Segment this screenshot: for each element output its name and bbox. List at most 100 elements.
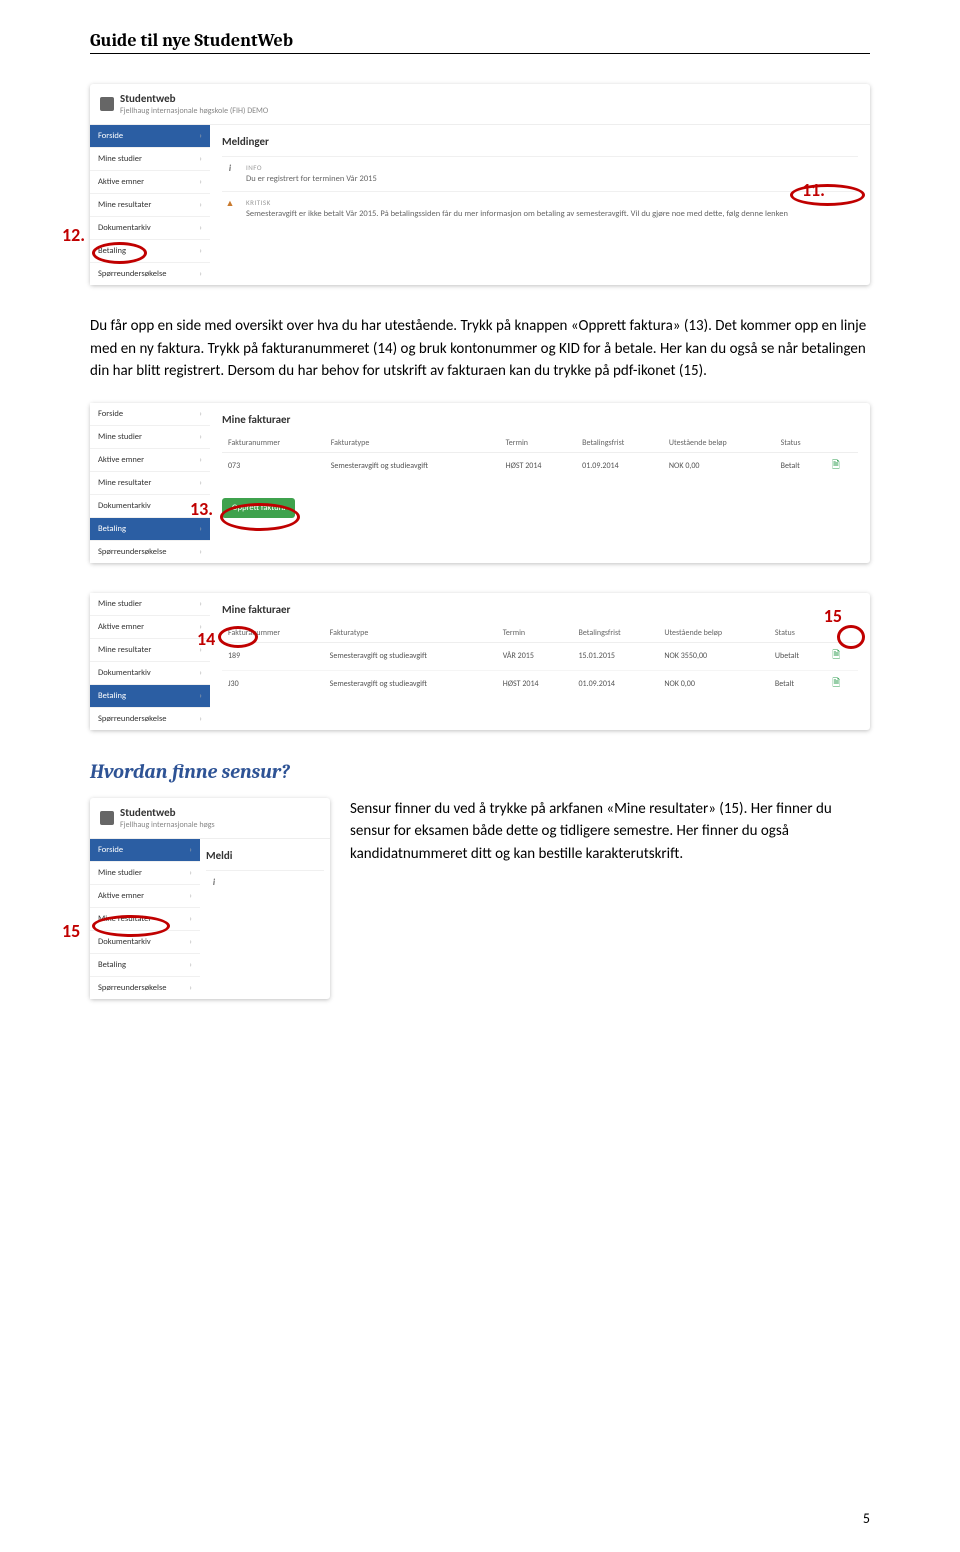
sidebar-item-mine-resultater[interactable]: Mine resultater ›	[90, 471, 210, 494]
sidebar-item-mine-studier[interactable]: Mine studier ›	[90, 147, 210, 170]
annotation-circle-13	[220, 503, 300, 531]
cell-frist: 01.09.2014	[576, 452, 663, 480]
document-header: Guide til nye StudentWeb	[90, 30, 870, 54]
pdf-icon[interactable]: 🗎	[832, 676, 840, 689]
sidebar-item-mine-resultater[interactable]: Mine resultater›	[90, 638, 210, 661]
sidebar-item-label: Mine resultater	[98, 478, 151, 488]
annotation-12: 12.	[62, 224, 85, 246]
pdf-icon[interactable]: 🗎	[832, 458, 840, 471]
cell-frist: 15.01.2015	[573, 642, 659, 670]
sidebar-item-label: Mine studier	[98, 154, 142, 164]
main-fakturaer: Mine fakturaer Fakturanummer Fakturatype…	[210, 403, 870, 563]
sidebar-item-sporre[interactable]: Spørreundersøkelse›	[90, 262, 210, 285]
annotation-15b: 15	[62, 920, 80, 942]
kritisk-label: KRITISK	[246, 198, 788, 207]
screenshot-sensur: Studentweb Fjellhaug internasjonale høgs…	[90, 798, 330, 999]
chevron-right-icon: ›	[199, 599, 202, 609]
sidebar-item-label: Forside	[98, 131, 123, 141]
col-belop: Utestående beløp	[663, 434, 775, 453]
screenshot-fakturaer-2: Mine studier› Aktive emner› Mine resulta…	[90, 593, 870, 730]
cell-termin: HØST 2014	[500, 452, 577, 480]
chevron-right-icon: ›	[199, 478, 202, 488]
sidebar-item-mine-resultater[interactable]: Mine resultater›	[90, 193, 210, 216]
annotation-circle-15	[837, 625, 865, 649]
sidebar-item-label: Aktive emner	[98, 891, 144, 901]
sidebar-item-label: Dokumentarkiv	[98, 668, 151, 678]
chevron-right-icon: ›	[199, 200, 202, 210]
paragraph-sensur: Sensur finner du ved å trykke på arkfane…	[350, 798, 870, 866]
screenshot-fakturaer-1: Forside› Mine studier› Aktive emner› Min…	[90, 403, 870, 563]
chevron-right-icon: ›	[189, 868, 192, 878]
sidebar-item-dokumentarkiv[interactable]: Dokumentarkiv›	[90, 661, 210, 684]
brand-name: Studentweb	[120, 92, 176, 105]
cell-belop: NOK 3550,00	[658, 642, 769, 670]
cell-termin: HØST 2014	[497, 670, 573, 698]
chevron-right-icon: ›	[189, 960, 192, 970]
sidebar-item-label: Betaling	[98, 524, 126, 534]
annotation-circle-15b	[92, 915, 170, 937]
kritisk-text: Semesteravgift er ikke betalt Vår 2015. …	[246, 209, 788, 220]
cell-nr[interactable]: J30	[222, 670, 324, 698]
table-row: J30 Semesteravgift og studieavgift HØST …	[222, 670, 858, 698]
sidebar-item-label: Dokumentarkiv	[98, 501, 151, 511]
section-heading-sensur: Hvordan finne sensur?	[90, 760, 870, 783]
sidebar-item-forside[interactable]: Forside›	[90, 125, 210, 147]
brand-bar: Studentweb Fjellhaug internasjonale høgs…	[90, 84, 870, 125]
main-meldi: Meldi i	[200, 839, 330, 999]
sidebar-item-aktive-emner[interactable]: Aktive emner›	[90, 170, 210, 193]
cell-nr[interactable]: 073	[222, 452, 325, 480]
table-header-row: Fakturanummer Fakturatype Termin Betalin…	[222, 624, 858, 643]
chevron-right-icon: ›	[189, 937, 192, 947]
chevron-right-icon: ›	[199, 154, 202, 164]
cell-frist: 01.09.2014	[573, 670, 659, 698]
sidebar-item-label: Dokumentarkiv	[98, 223, 151, 233]
fakturaer-heading: Mine fakturaer	[222, 413, 858, 426]
sidebar-item-aktive-emner[interactable]: Aktive emner›	[90, 448, 210, 471]
col-type: Fakturatype	[324, 624, 497, 643]
chevron-right-icon: ›	[199, 409, 202, 419]
col-frist: Betalingsfrist	[576, 434, 663, 453]
sidebar-item-betaling[interactable]: Betaling ›	[90, 517, 210, 540]
col-status: Status	[769, 624, 826, 643]
page-number: 5	[863, 1510, 870, 1527]
sidebar-item-aktive-emner[interactable]: Aktive emner›	[90, 884, 200, 907]
chevron-right-icon: ›	[199, 524, 202, 534]
sidebar: Mine studier› Aktive emner› Mine resulta…	[90, 593, 210, 730]
fakturaer-table: Fakturanummer Fakturatype Termin Betalin…	[222, 624, 858, 698]
col-status: Status	[775, 434, 826, 453]
table-header-row: Fakturanummer Fakturatype Termin Betalin…	[222, 434, 858, 453]
cell-status: Ubetalt	[769, 642, 826, 670]
annotation-circle-11	[790, 184, 865, 206]
sidebar-item-mine-studier[interactable]: Mine studier›	[90, 861, 200, 884]
sidebar-item-betaling[interactable]: Betaling›	[90, 684, 210, 707]
annotation-circle-12	[92, 242, 147, 264]
brand-subtitle: Fjellhaug internasjonale høgs	[120, 820, 215, 830]
sidebar-item-mine-studier[interactable]: Mine studier›	[90, 593, 210, 615]
sidebar-item-sporre[interactable]: Spørreundersøkelse›	[90, 707, 210, 730]
sidebar-item-sporre[interactable]: Spørreundersøkelse›	[90, 540, 210, 563]
sidebar-item-forside[interactable]: Forside›	[90, 839, 200, 861]
col-type: Fakturatype	[325, 434, 500, 453]
sidebar-item-label: Spørreundersøkelse	[98, 714, 167, 724]
sidebar-item-dokumentarkiv[interactable]: Dokumentarkiv›	[90, 216, 210, 239]
chevron-right-icon: ›	[189, 914, 192, 924]
brand-bar: Studentweb Fjellhaug internasjonale høgs	[90, 798, 330, 839]
chevron-right-icon: ›	[199, 455, 202, 465]
sidebar-item-mine-studier[interactable]: Mine studier›	[90, 425, 210, 448]
sidebar-item-label: Spørreundersøkelse	[98, 269, 167, 279]
cell-type: Semesteravgift og studieavgift	[324, 670, 497, 698]
sidebar-item-forside[interactable]: Forside›	[90, 403, 210, 425]
sidebar-item-label: Mine studier	[98, 432, 142, 442]
info-icon: i	[222, 163, 238, 185]
fakturaer-heading: Mine fakturaer	[222, 603, 858, 616]
annotation-circle-14	[218, 626, 258, 648]
cell-belop: NOK 0,00	[663, 452, 775, 480]
table-row: 189 Semesteravgift og studieavgift VÅR 2…	[222, 642, 858, 670]
warning-icon: ▲	[222, 198, 238, 220]
pdf-icon[interactable]: 🗎	[832, 648, 840, 661]
sidebar-item-label: Aktive emner	[98, 177, 144, 187]
sidebar-item-betaling[interactable]: Betaling›	[90, 953, 200, 976]
sidebar-item-sporre[interactable]: Spørreundersøkelse›	[90, 976, 200, 999]
meldinger-heading: Meldinger	[222, 135, 858, 148]
sidebar-item-aktive-emner[interactable]: Aktive emner›	[90, 615, 210, 638]
